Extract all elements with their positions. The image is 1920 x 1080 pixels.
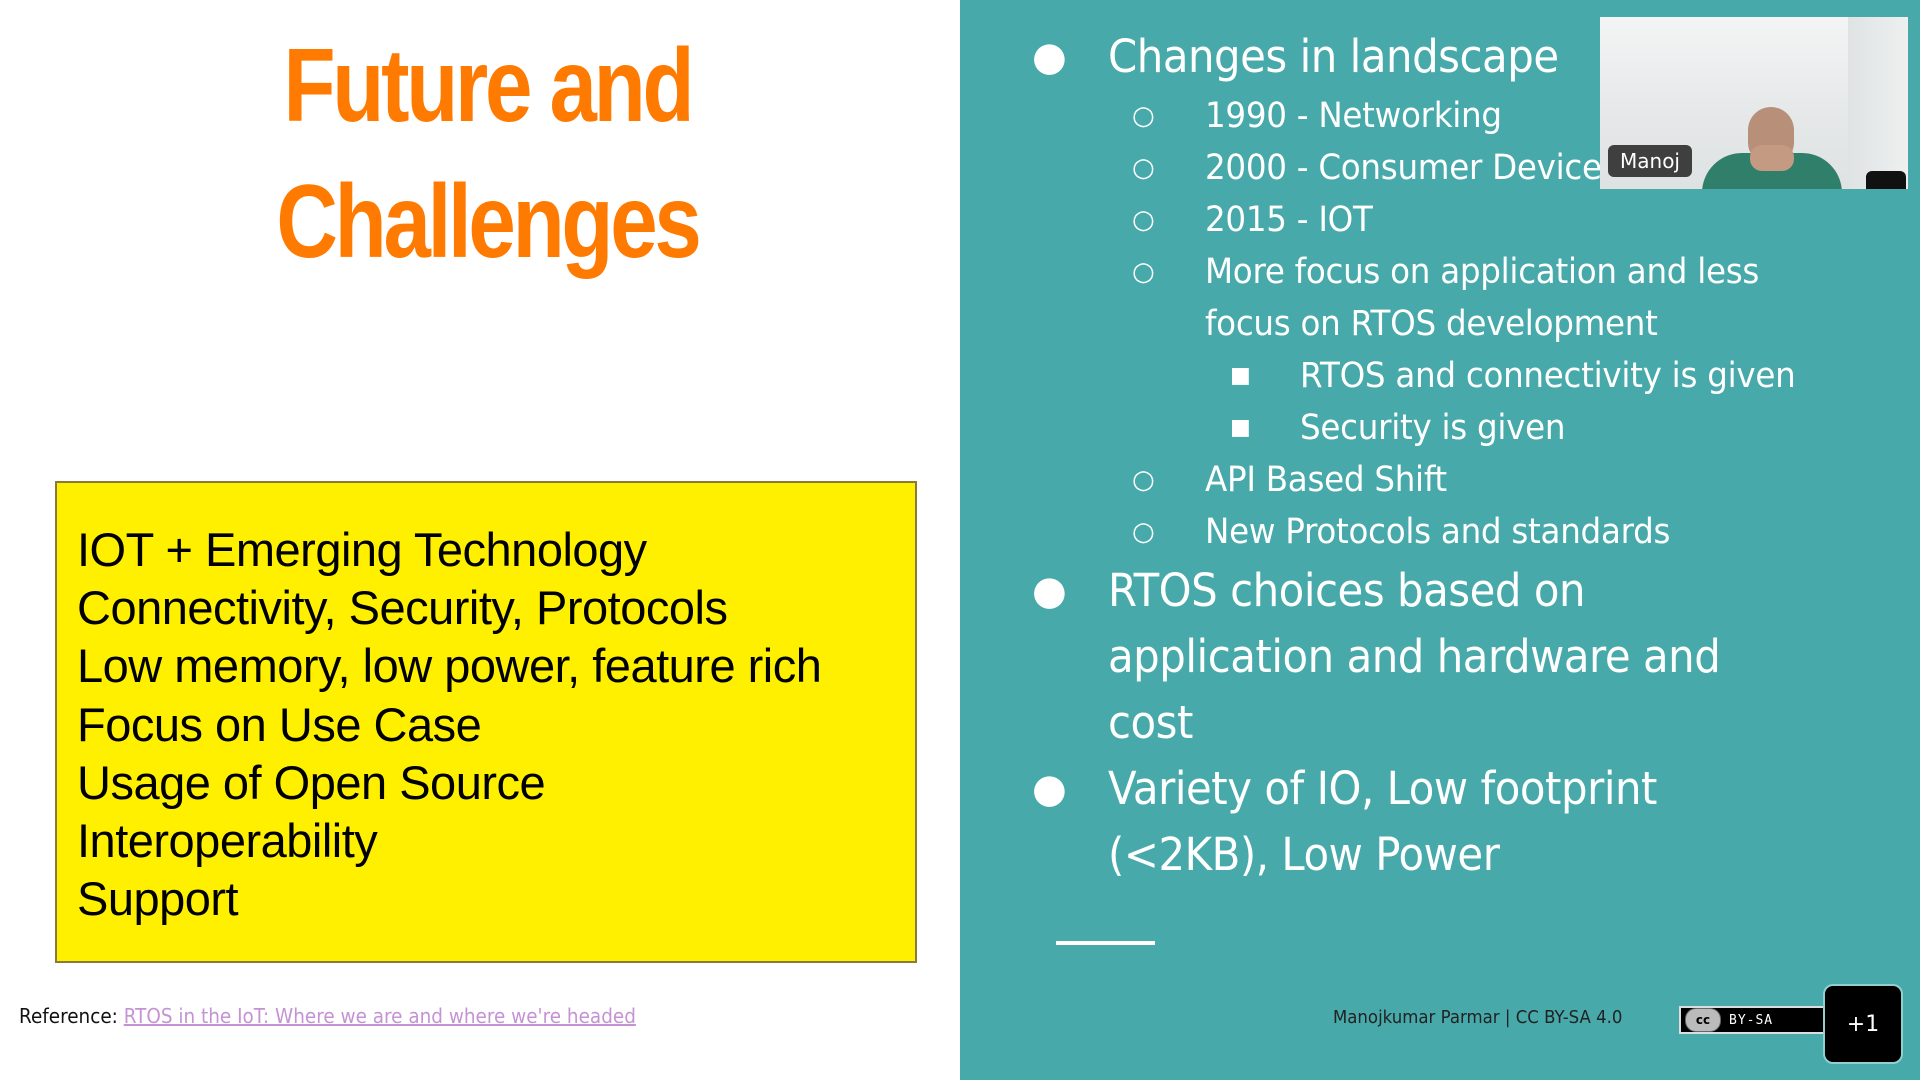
creative-commons-icon: cc — [1685, 1008, 1721, 1032]
highlight-line: Connectivity, Security, Protocols — [77, 581, 728, 635]
hollow-circle-bullet-icon: ○ — [1132, 205, 1155, 235]
license-badge: cc BY-SA — [1679, 1006, 1829, 1034]
slide-title-line-1: Future and — [283, 28, 694, 144]
bullet-item-level-3: ■ Security is given — [1030, 402, 1833, 454]
bullet-item-level-3: ■ RTOS and connectivity is given — [1030, 350, 1833, 402]
bullet-item-level-2: ○ API Based Shift — [1030, 454, 1833, 506]
highlight-line: Support — [77, 872, 239, 926]
reference: Reference: RTOS in the IoT: Where we are… — [19, 1004, 636, 1028]
more-participants-button[interactable]: +1 — [1823, 984, 1903, 1064]
bullet-text: (<2KB), Low Power — [1108, 828, 1500, 881]
hollow-circle-bullet-icon: ○ — [1132, 257, 1155, 287]
bullet-text: RTOS and connectivity is given — [1300, 356, 1796, 396]
filled-circle-bullet-icon: ● — [1032, 568, 1067, 614]
participant-hands — [1750, 145, 1794, 171]
square-bullet-icon: ■ — [1230, 415, 1251, 440]
bullet-text: API Based Shift — [1205, 460, 1447, 500]
highlight-line: IOT + Emerging Technology — [77, 523, 647, 576]
slide-title-line-2: Challenges — [276, 164, 701, 280]
highlight-line: Focus on Use Case — [77, 697, 482, 751]
bullet-item-level-1: ● Variety of IO, Low footprint — [1030, 756, 1833, 822]
divider-line — [1056, 941, 1155, 945]
hollow-circle-bullet-icon: ○ — [1132, 465, 1155, 495]
bullet-text: RTOS choices based on — [1108, 564, 1586, 617]
bullet-text: New Protocols and standards — [1205, 512, 1671, 552]
bullet-item-level-2: focus on RTOS development — [1030, 298, 1833, 350]
bullet-item-level-2: ○ New Protocols and standards — [1030, 506, 1833, 558]
bullet-item-level-1: application and hardware and — [1030, 624, 1833, 690]
video-wall-corner — [1848, 17, 1908, 189]
reference-label: Reference: — [19, 1004, 124, 1028]
filled-circle-bullet-icon: ● — [1032, 766, 1067, 812]
reference-link[interactable]: RTOS in the IoT: Where we are and where … — [124, 1004, 636, 1028]
slide-left-pane: Future and Challenges IOT + Emerging Tec… — [0, 0, 960, 1080]
license-badge-label: BY-SA — [1729, 1012, 1774, 1028]
bullet-text: 2015 - IOT — [1205, 200, 1373, 240]
chair — [1866, 171, 1906, 189]
bullet-text: 2000 - Consumer Devices — [1205, 148, 1619, 188]
bullet-text: application and hardware and — [1108, 630, 1721, 683]
bullet-text: 1990 - Networking — [1205, 96, 1502, 136]
bullet-item-level-1: cost — [1030, 690, 1833, 756]
highlight-line: Low memory, low power, feature rich — [77, 639, 822, 693]
participant-name-tag: Manoj — [1608, 145, 1692, 177]
highlight-box: IOT + Emerging Technology Connectivity, … — [55, 481, 917, 963]
participant-video-tile[interactable]: Manoj — [1600, 17, 1908, 189]
hollow-circle-bullet-icon: ○ — [1132, 153, 1155, 183]
slide-title: Future and Challenges — [88, 18, 888, 290]
bullet-item-level-1: ● RTOS choices based on — [1030, 558, 1833, 624]
bullet-text: cost — [1108, 696, 1193, 749]
hollow-circle-bullet-icon: ○ — [1132, 517, 1155, 547]
bullet-text: Security is given — [1300, 408, 1566, 448]
hollow-circle-bullet-icon: ○ — [1132, 101, 1155, 131]
bullet-text: Changes in landscape — [1108, 30, 1559, 83]
highlight-line: Interoperability — [77, 814, 378, 868]
bullet-item-level-2: ○ 2015 - IOT — [1030, 194, 1833, 246]
bullet-text: focus on RTOS development — [1205, 304, 1658, 344]
bullet-item-level-1: (<2KB), Low Power — [1030, 822, 1833, 888]
attribution-text: Manojkumar Parmar | CC BY-SA 4.0 — [1333, 1007, 1623, 1028]
square-bullet-icon: ■ — [1230, 363, 1251, 388]
bullet-text: More focus on application and less — [1205, 252, 1760, 292]
highlight-line: Usage of Open Source — [77, 755, 546, 809]
bullet-text: Variety of IO, Low footprint — [1108, 762, 1658, 815]
filled-circle-bullet-icon: ● — [1032, 34, 1067, 80]
bullet-item-level-2: ○ More focus on application and less — [1030, 246, 1833, 298]
